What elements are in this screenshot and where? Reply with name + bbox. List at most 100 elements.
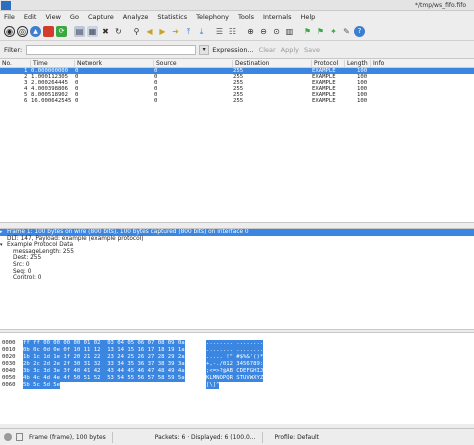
byte-offset: 0060 bbox=[2, 382, 16, 388]
stop-icon[interactable] bbox=[43, 26, 54, 37]
capture-comments-icon[interactable] bbox=[16, 433, 23, 441]
column-header-destination[interactable]: Destination bbox=[232, 60, 269, 67]
column-header-time[interactable]: Time bbox=[30, 60, 48, 67]
menu-view[interactable]: View bbox=[45, 13, 60, 21]
detail-line[interactable]: messageLength: 255 bbox=[0, 249, 474, 256]
apply-button[interactable]: Apply bbox=[281, 46, 299, 54]
menu-internals[interactable]: Internals bbox=[263, 13, 291, 21]
capture-filters-icon[interactable]: ⚑ bbox=[302, 26, 313, 37]
back-icon[interactable]: ◀ bbox=[144, 26, 155, 37]
filter-dropdown-button[interactable]: ▾ bbox=[199, 44, 210, 55]
status-frame-info: Frame (frame), 100 bytes bbox=[23, 431, 113, 443]
menu-tools[interactable]: Tools bbox=[238, 13, 254, 21]
menu-help[interactable]: Help bbox=[300, 13, 315, 21]
coloring-rules-icon[interactable]: ✦ bbox=[328, 26, 339, 37]
table-row[interactable]: 6 16.000642545 0 0 255 EXAMPLE 100 bbox=[0, 98, 474, 105]
detail-text: Src: 0 bbox=[13, 261, 30, 268]
byte-line[interactable]: 0040 3b 3c 3d 3e 3f 40 41 42 43 44 45 46 … bbox=[0, 361, 474, 375]
detail-line[interactable]: Dest: 255 bbox=[0, 255, 474, 262]
zoom-in-icon[interactable]: ⊕ bbox=[245, 26, 256, 37]
detail-line[interactable]: Seq: 0 bbox=[0, 269, 474, 276]
packet-bytes[interactable]: 0000 ff ff 00 00 00 00 01 02 03 04 05 06 … bbox=[0, 332, 474, 424]
menu-telephony[interactable]: Telephony bbox=[196, 13, 229, 21]
cell-time: 16.000642545 bbox=[31, 98, 72, 105]
byte-line[interactable]: 0010 0b 0c 0d 0e 0f 10 11 12 13 14 15 16 … bbox=[0, 340, 474, 354]
menu-file[interactable]: File bbox=[4, 13, 15, 21]
detail-text: Dest: 255 bbox=[13, 255, 42, 262]
first-icon[interactable]: ⤒ bbox=[183, 26, 194, 37]
cell-source: 0 bbox=[154, 98, 158, 105]
find-icon[interactable]: ⚲ bbox=[131, 26, 142, 37]
status-packets: Packets: 6 · Displayed: 6 (100.0... bbox=[149, 431, 263, 443]
menu-statistics[interactable]: Statistics bbox=[157, 13, 187, 21]
title-bar: */tmp/ws_fifo.fifo bbox=[0, 0, 474, 11]
menu-capture[interactable]: Capture bbox=[88, 13, 114, 21]
resize-columns-icon[interactable]: ▥ bbox=[284, 26, 295, 37]
detail-text: DLT: 147, Payload: example (example prot… bbox=[7, 235, 144, 242]
chevron-down-icon: ▾ bbox=[202, 45, 206, 53]
save-filter-button[interactable]: Save bbox=[304, 46, 320, 54]
detail-text: Control: 0 bbox=[13, 275, 42, 282]
menu-bar: File Edit View Go Capture Analyze Statis… bbox=[0, 11, 474, 23]
packet-details[interactable]: ▸ Frame 1: 100 bytes on wire (800 bits), … bbox=[0, 228, 474, 330]
byte-line[interactable]: 0060 5b 5c 5d 5e [\]^ bbox=[0, 375, 474, 389]
preferences-icon[interactable]: ✎ bbox=[341, 26, 352, 37]
reload-icon[interactable]: ↻ bbox=[113, 26, 124, 37]
autoscroll-icon[interactable]: ☷ bbox=[227, 26, 238, 37]
packet-list-rows: 1 0.000000000 0 0 255 EXAMPLE 100 2 1.00… bbox=[0, 68, 474, 105]
packet-list[interactable]: No. Time Network Source Destination Prot… bbox=[0, 58, 474, 223]
options-icon[interactable]: ◎ bbox=[17, 26, 28, 37]
filter-input[interactable] bbox=[26, 44, 197, 55]
start-icon[interactable]: ▲ bbox=[30, 26, 41, 37]
restart-icon[interactable]: ⟳ bbox=[56, 26, 67, 37]
menu-go[interactable]: Go bbox=[70, 13, 79, 21]
detail-line[interactable]: Src: 0 bbox=[0, 262, 474, 269]
menu-edit[interactable]: Edit bbox=[24, 13, 37, 21]
detail-line[interactable]: DLT: 147, Payload: example (example prot… bbox=[0, 236, 474, 243]
detail-line[interactable]: ▸ Frame 1: 100 bytes on wire (800 bits), … bbox=[0, 229, 474, 236]
display-filters-icon[interactable]: ⚑ bbox=[315, 26, 326, 37]
detail-line[interactable]: ▾ Example Protocol Data bbox=[0, 242, 474, 249]
collapse-triangle-icon[interactable]: ▾ bbox=[0, 242, 7, 249]
status-bar: Frame (frame), 100 bytes Packets: 6 · Di… bbox=[0, 428, 474, 445]
open-icon[interactable]: ▤ bbox=[74, 26, 85, 37]
byte-ascii[interactable]: [\]^ bbox=[206, 382, 220, 389]
filter-bar: Filter: ▾ Expression... Clear Apply Save bbox=[0, 43, 474, 56]
detail-text: messageLength: 255 bbox=[13, 248, 74, 255]
byte-line[interactable]: 0020 1b 1c 1d 1e 1f 20 21 22 23 24 25 26 … bbox=[0, 347, 474, 361]
goto-icon[interactable]: ➜ bbox=[170, 26, 181, 37]
expert-info-icon[interactable] bbox=[4, 433, 12, 441]
forward-icon[interactable]: ▶ bbox=[157, 26, 168, 37]
save-icon[interactable]: ▦ bbox=[87, 26, 98, 37]
cell-length: 100 bbox=[357, 98, 368, 105]
cell-destination: 255 bbox=[233, 98, 244, 105]
byte-line[interactable]: 0000 ff ff 00 00 00 00 01 02 03 04 05 06 … bbox=[0, 333, 474, 347]
byte-line[interactable]: 0030 2b 2c 2d 2e 2f 30 31 32 33 34 35 36 … bbox=[0, 354, 474, 368]
cell-protocol: EXAMPLE bbox=[312, 98, 336, 105]
column-header-no[interactable]: No. bbox=[0, 60, 12, 67]
filter-label: Filter: bbox=[4, 45, 23, 54]
expand-triangle-icon[interactable]: ▸ bbox=[0, 229, 7, 236]
cell-network: 0 bbox=[75, 98, 79, 105]
last-icon[interactable]: ⤓ bbox=[196, 26, 207, 37]
byte-line[interactable]: 0050 4b 4c 4d 4e 4f 50 51 52 53 54 55 56 … bbox=[0, 368, 474, 382]
interfaces-icon[interactable]: ◉ bbox=[4, 26, 15, 37]
clear-button[interactable]: Clear bbox=[259, 46, 276, 54]
menu-analyze[interactable]: Analyze bbox=[123, 13, 149, 21]
window-menu-icon[interactable] bbox=[1, 1, 11, 10]
help-icon[interactable]: ? bbox=[354, 26, 365, 37]
column-header-length[interactable]: Length bbox=[344, 60, 368, 67]
expression-button[interactable]: Expression... bbox=[212, 46, 253, 54]
colorize-icon[interactable]: ☰ bbox=[214, 26, 225, 37]
zoom-100-icon[interactable]: ⊙ bbox=[271, 26, 282, 37]
byte-hex[interactable]: 5b 5c 5d 5e bbox=[23, 382, 61, 389]
status-profile[interactable]: Profile: Default bbox=[269, 432, 326, 443]
column-header-network[interactable]: Network bbox=[74, 60, 102, 67]
window-title: */tmp/ws_fifo.fifo bbox=[414, 2, 466, 9]
zoom-out-icon[interactable]: ⊖ bbox=[258, 26, 269, 37]
column-header-protocol[interactable]: Protocol bbox=[311, 60, 338, 67]
column-header-source[interactable]: Source bbox=[153, 60, 177, 67]
close-icon[interactable]: ✖ bbox=[100, 26, 111, 37]
column-header-info[interactable]: Info bbox=[370, 60, 384, 67]
detail-line[interactable]: Control: 0 bbox=[0, 275, 474, 282]
